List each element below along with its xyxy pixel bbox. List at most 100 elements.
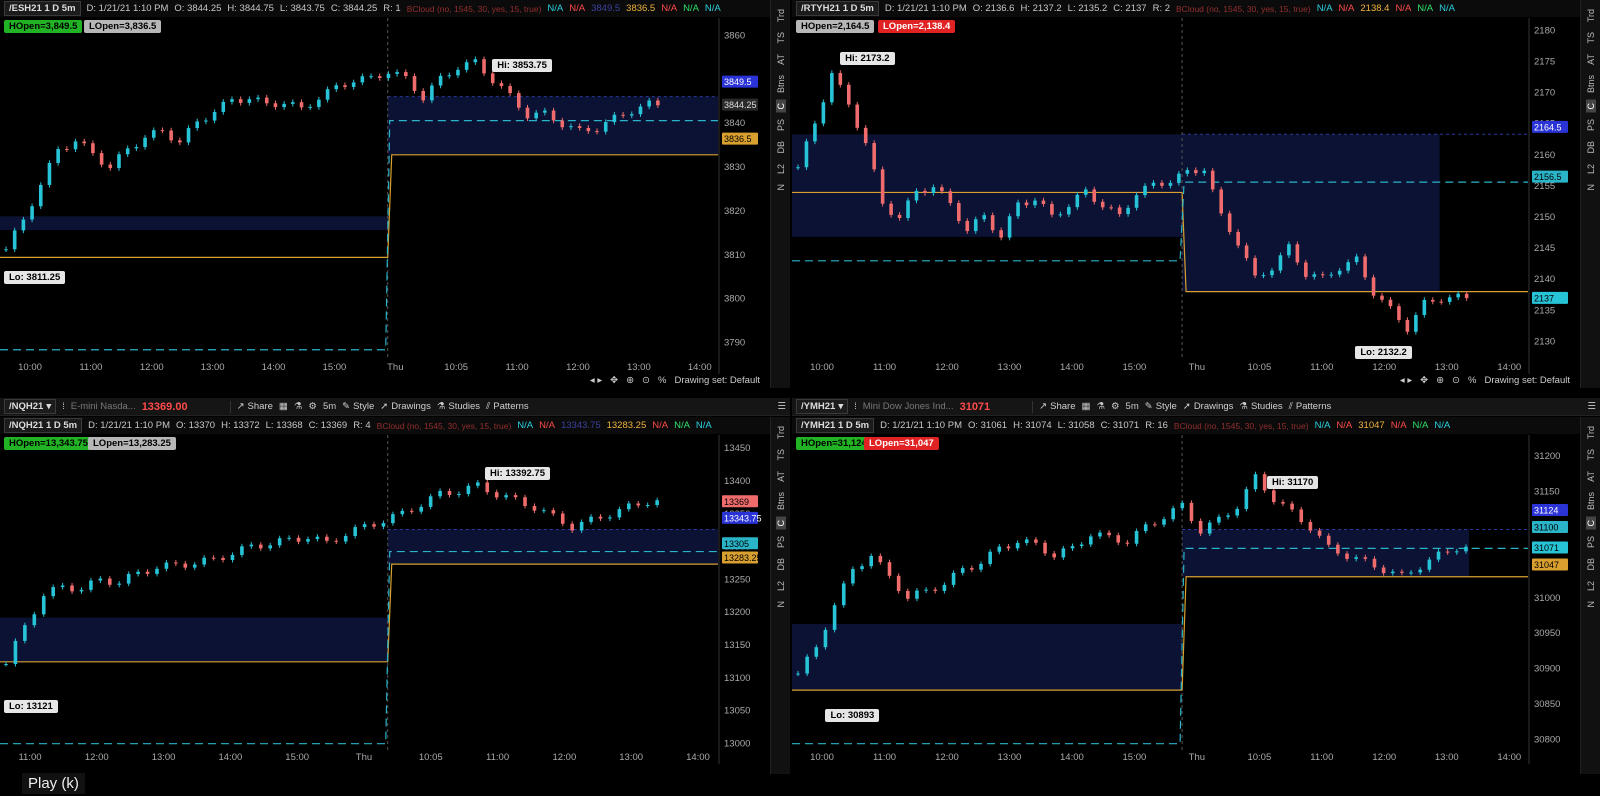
side-tab-btns[interactable]: Btns: [1586, 72, 1596, 96]
header-h: H: 2137.2: [1020, 3, 1062, 14]
drawings-button[interactable]: ➚ Drawings: [380, 401, 431, 412]
side-tab-btns[interactable]: Btns: [1586, 489, 1596, 513]
side-tab-btns[interactable]: Btns: [776, 489, 786, 513]
percent-icon[interactable]: %: [1468, 375, 1476, 386]
candle-body: [647, 100, 651, 107]
side-tab-at[interactable]: AT: [1586, 468, 1596, 485]
price-chart[interactable]: 1345013400133501330013250132001315013100…: [0, 435, 770, 774]
candle-body: [353, 527, 357, 537]
grid-icon[interactable]: ▦: [279, 401, 288, 412]
candle-body: [1083, 189, 1088, 195]
flask-icon[interactable]: ⚗: [294, 401, 303, 412]
side-tab-db[interactable]: DB: [776, 555, 786, 574]
symbol-selector[interactable]: /NQH21 ▾: [4, 399, 57, 414]
menu-icon[interactable]: ☰: [1587, 401, 1596, 412]
side-tab-ps[interactable]: PS: [1586, 116, 1596, 134]
side-tab-n[interactable]: N: [776, 598, 786, 611]
side-tab-ps[interactable]: PS: [1586, 533, 1596, 551]
candle-body: [1464, 546, 1468, 552]
patterns-button[interactable]: ⫽ Patterns: [1289, 401, 1332, 412]
candle-body: [456, 69, 460, 76]
magnifier-icon[interactable]: ⊙: [1452, 375, 1460, 386]
side-tab-c[interactable]: C: [1585, 516, 1596, 530]
grid-icon[interactable]: ▦: [1082, 401, 1091, 412]
drawing-set-label[interactable]: Drawing set: Default: [674, 375, 760, 386]
side-tab-c[interactable]: C: [775, 516, 786, 530]
chart-panel-es[interactable]: /ESH21 1 D 5m D: 1/21/21 1:10 PM O: 3844.2…: [0, 0, 790, 388]
menu-icon[interactable]: ☰: [777, 401, 786, 412]
side-tab-trd[interactable]: Trd: [776, 6, 786, 25]
studies-button[interactable]: ⚗ Studies: [437, 401, 480, 412]
drawing-set-label[interactable]: Drawing set: Default: [1484, 375, 1570, 386]
side-tab-at[interactable]: AT: [776, 51, 786, 68]
symbol-selector[interactable]: /YMH21 ▾: [796, 399, 849, 414]
scroll-arrows-icon[interactable]: ◂ ▸: [1400, 375, 1412, 386]
chart-symbol[interactable]: /NQH21 1 D 5m: [4, 418, 83, 433]
side-tab-ts[interactable]: TS: [776, 446, 786, 464]
chart-symbol[interactable]: /ESH21 1 D 5m: [4, 1, 81, 16]
side-tab-at[interactable]: AT: [776, 468, 786, 485]
gear-icon[interactable]: ⚙: [308, 401, 317, 412]
side-tab-ts[interactable]: TS: [1586, 446, 1596, 464]
drawings-button[interactable]: ➚ Drawings: [1183, 401, 1234, 412]
share-button[interactable]: ↗ Share: [1039, 401, 1075, 412]
candle-body: [951, 572, 956, 585]
studies-button[interactable]: ⚗ Studies: [1239, 401, 1282, 412]
pan-icon[interactable]: ✥: [610, 375, 618, 386]
price-chart[interactable]: 3120031150311003105031000309503090030850…: [792, 435, 1580, 774]
price-chart[interactable]: 2180217521702165216021552150214521402135…: [792, 18, 1580, 388]
side-tab-ts[interactable]: TS: [1586, 29, 1596, 47]
side-tab-at[interactable]: AT: [1586, 51, 1596, 68]
side-tab-db[interactable]: DB: [1586, 138, 1596, 157]
side-tab-ps[interactable]: PS: [776, 116, 786, 134]
percent-icon[interactable]: %: [658, 375, 666, 386]
side-tab-btns[interactable]: Btns: [776, 72, 786, 96]
side-tab-l2[interactable]: L2: [776, 161, 786, 177]
side-tab-db[interactable]: DB: [1586, 555, 1596, 574]
side-tab-c[interactable]: C: [1585, 99, 1596, 113]
side-tab-trd[interactable]: Trd: [776, 423, 786, 442]
chart-panel-ym[interactable]: /YMH21 ▾ ⁞ Mini Dow Jones Ind... 31071 ↗ Share…: [792, 398, 1600, 774]
chart-symbol[interactable]: /RTYH21 1 D 5m: [796, 1, 879, 16]
side-tab-trd[interactable]: Trd: [1586, 423, 1596, 442]
candle-body: [1312, 274, 1317, 277]
side-tab-trd[interactable]: Trd: [1586, 6, 1596, 25]
zoom-icon[interactable]: ⊕: [1436, 375, 1444, 386]
magnifier-icon[interactable]: ⊙: [642, 375, 650, 386]
chart-panel-nq[interactable]: /NQH21 ▾ ⁞ E-mini Nasda... 13369.00 ↗ Share ▦ ⚗ ⚙…: [0, 398, 790, 774]
y-tick-label: 3830: [724, 162, 745, 173]
gear-icon[interactable]: ⚙: [1111, 401, 1120, 412]
side-tab-l2[interactable]: L2: [776, 578, 786, 594]
high-label: Hi: 2173.2: [840, 52, 895, 66]
play-button[interactable]: Play (k): [22, 773, 85, 794]
candle-body: [13, 640, 18, 665]
candle-body: [1278, 255, 1283, 271]
side-tab-n[interactable]: N: [1586, 181, 1596, 194]
share-button[interactable]: ↗ Share: [237, 401, 273, 412]
side-tab-c[interactable]: C: [775, 99, 786, 113]
zoom-icon[interactable]: ⊕: [626, 375, 634, 386]
patterns-button[interactable]: ⫽ Patterns: [486, 401, 529, 412]
candle-body: [1390, 571, 1395, 574]
chart-symbol[interactable]: /YMH21 1 D 5m: [796, 418, 875, 433]
price-tag: 13305: [724, 539, 749, 549]
side-tab-db[interactable]: DB: [776, 138, 786, 157]
style-button[interactable]: ✎ Style: [342, 401, 374, 412]
side-tab-n[interactable]: N: [1586, 598, 1596, 611]
candle-body: [174, 562, 178, 564]
interval-selector[interactable]: 5m: [323, 401, 336, 412]
side-tab-ts[interactable]: TS: [776, 29, 786, 47]
side-tab-ps[interactable]: PS: [776, 533, 786, 551]
side-tab-n[interactable]: N: [776, 181, 786, 194]
y-tick-label: 13450: [724, 443, 750, 454]
interval-selector[interactable]: 5m: [1126, 401, 1139, 412]
side-tab-l2[interactable]: L2: [1586, 161, 1596, 177]
style-button[interactable]: ✎ Style: [1145, 401, 1177, 412]
pan-icon[interactable]: ✥: [1420, 375, 1428, 386]
candle-body: [542, 510, 546, 512]
chart-panel-rty[interactable]: /RTYH21 1 D 5m D: 1/21/21 1:10 PM O: 2136.…: [792, 0, 1600, 388]
scroll-arrows-icon[interactable]: ◂ ▸: [590, 375, 602, 386]
side-tab-l2[interactable]: L2: [1586, 578, 1596, 594]
price-chart[interactable]: 386038503840383038203810380037903849.538…: [0, 18, 770, 388]
flask-icon[interactable]: ⚗: [1096, 401, 1105, 412]
